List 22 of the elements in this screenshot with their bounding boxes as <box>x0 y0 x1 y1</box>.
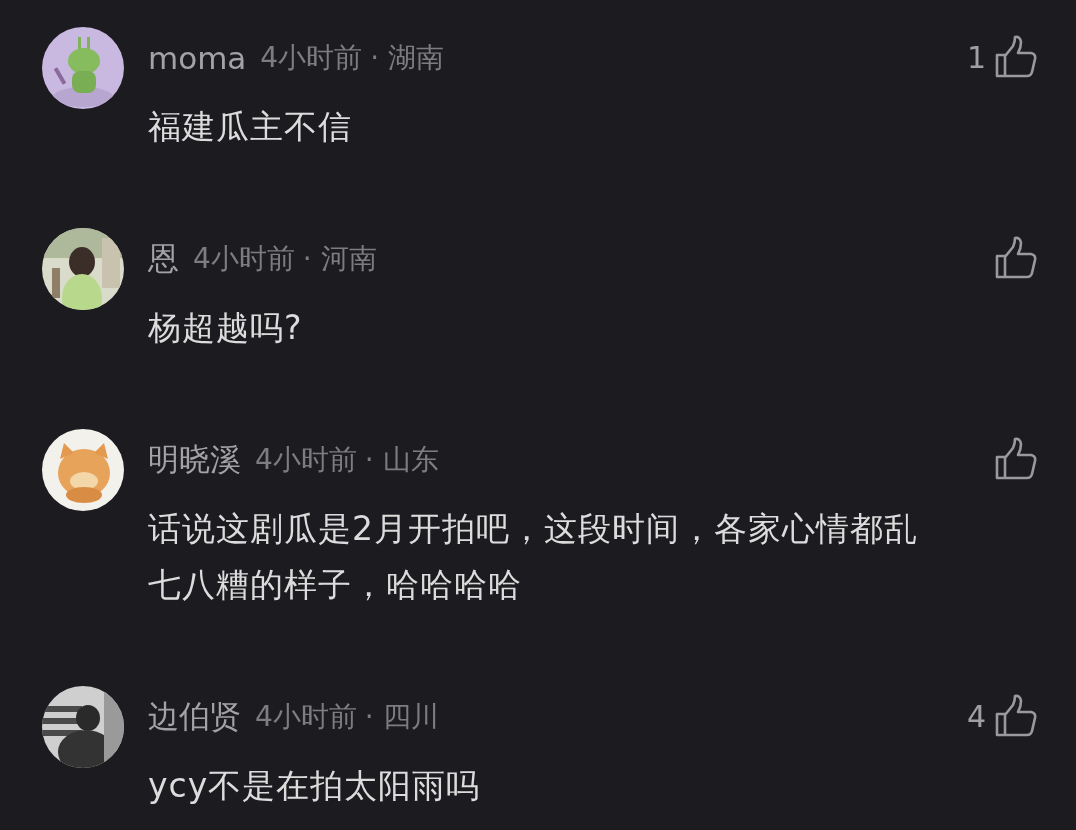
comment-time: 4小时前 <box>260 40 363 76</box>
like-count: 1 <box>966 39 986 75</box>
username[interactable]: 明晓溪 <box>148 439 241 481</box>
thumbs-up-icon[interactable] <box>994 694 1038 738</box>
username[interactable]: 恩 <box>148 238 179 280</box>
comment-text: 福建瓜主不信 <box>148 106 353 148</box>
comment-text: 话说这剧瓜是2月开拍吧，这段时间，各家心情都乱七八糟的样子，哈哈哈哈 <box>148 508 919 606</box>
thumbs-up-icon[interactable] <box>994 236 1038 280</box>
like-count: 4 <box>966 698 986 734</box>
comment-time: 4小时前 <box>255 699 357 735</box>
thumbs-up-icon[interactable] <box>994 35 1038 79</box>
comment-time: 4小时前 <box>193 241 295 277</box>
username[interactable]: moma <box>148 40 247 76</box>
comment-location: · 湖南 <box>370 40 444 76</box>
comment-location: · 四川 <box>364 699 439 735</box>
comment-time: 4小时前 <box>255 442 357 478</box>
comment-text: ycy不是在拍太阳雨吗 <box>148 765 482 807</box>
comment-location: · 山东 <box>364 442 439 478</box>
comment-text: 杨超越吗? <box>148 307 304 349</box>
comment-location: · 河南 <box>302 241 377 277</box>
username[interactable]: 边伯贤 <box>148 696 241 738</box>
thumbs-up-icon[interactable] <box>994 437 1038 481</box>
